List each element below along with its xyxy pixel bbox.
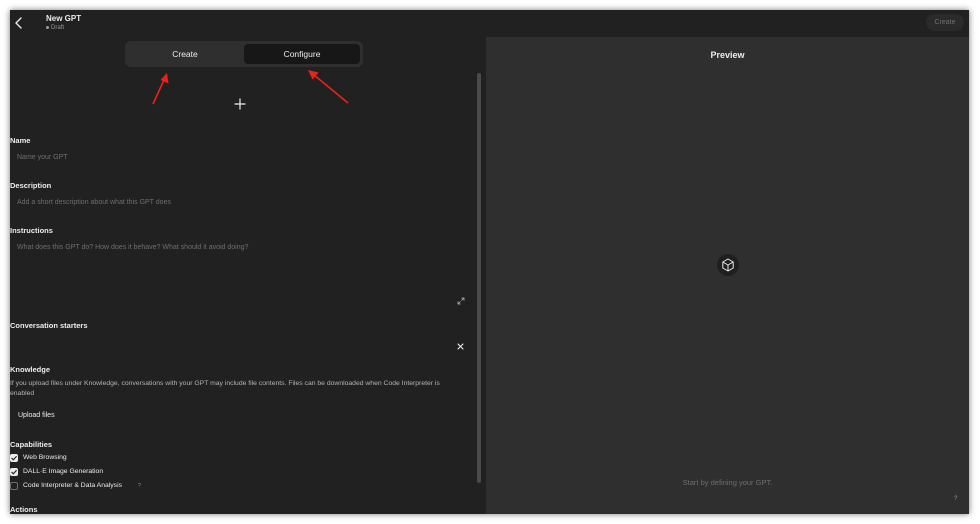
preview-title: Preview [710, 50, 745, 60]
cube-icon [722, 258, 734, 272]
status-dot-icon [46, 25, 49, 29]
conversation-starters-label: Conversation starters [10, 321, 88, 330]
app-window: New GPT Draft Create Create Configure Na… [10, 10, 969, 514]
tab-create[interactable]: Create [128, 44, 242, 64]
actions-label: Actions [10, 505, 38, 514]
expand-instructions-button[interactable] [457, 292, 465, 305]
knowledge-help-text: If you upload files under Knowledge, con… [10, 380, 440, 397]
name-input[interactable]: Name your GPT [10, 154, 470, 161]
remove-starter-button[interactable] [457, 337, 464, 350]
gpt-status: Draft [46, 25, 64, 31]
header-bar: New GPT Draft Create [10, 10, 969, 37]
gpt-title: New GPT [46, 14, 82, 23]
preview-hint: Start by defining your GPT. [682, 478, 773, 487]
instructions-textarea[interactable]: What does this GPT do? How does it behav… [10, 244, 470, 304]
preview-panel: Preview Start by defining your GPT. ? [486, 37, 969, 514]
add-image-button[interactable] [233, 97, 247, 111]
status-label: Draft [51, 25, 65, 31]
info-icon[interactable]: ? [138, 483, 141, 489]
tab-configure[interactable]: Configure [244, 44, 360, 64]
dalle-label: DALL·E Image Generation [23, 468, 104, 475]
back-button[interactable] [12, 16, 26, 30]
web-browsing-label: Web Browsing [23, 454, 67, 461]
code-interpreter-label: Code Interpreter & Data Analysis [23, 482, 122, 489]
chevron-left-icon [15, 17, 22, 29]
instructions-label: Instructions [10, 226, 53, 235]
web-browsing-checkbox[interactable] [10, 454, 18, 462]
mode-tabs: Create Configure [125, 41, 363, 67]
expand-icon [457, 297, 465, 305]
configure-panel: Create Configure Name Name your GPT Desc… [10, 37, 486, 514]
conversation-starter-input[interactable] [10, 331, 470, 345]
create-gpt-button[interactable]: Create [926, 14, 964, 31]
dalle-checkbox[interactable] [10, 468, 18, 476]
capabilities-label: Capabilities [10, 440, 53, 449]
code-interpreter-checkbox[interactable] [10, 482, 18, 490]
description-label: Description [10, 181, 52, 190]
plus-icon [234, 98, 246, 110]
help-button[interactable]: ? [954, 496, 957, 502]
preview-avatar [717, 254, 739, 276]
scrollbar[interactable] [477, 73, 481, 483]
knowledge-label: Knowledge [10, 365, 51, 374]
description-input[interactable]: Add a short description about what this … [10, 199, 470, 206]
name-label: Name [10, 136, 31, 145]
close-icon [457, 343, 464, 350]
upload-files-button[interactable]: Upload files [18, 412, 55, 419]
checkmark-icon [11, 469, 18, 475]
checkmark-icon [11, 455, 18, 461]
